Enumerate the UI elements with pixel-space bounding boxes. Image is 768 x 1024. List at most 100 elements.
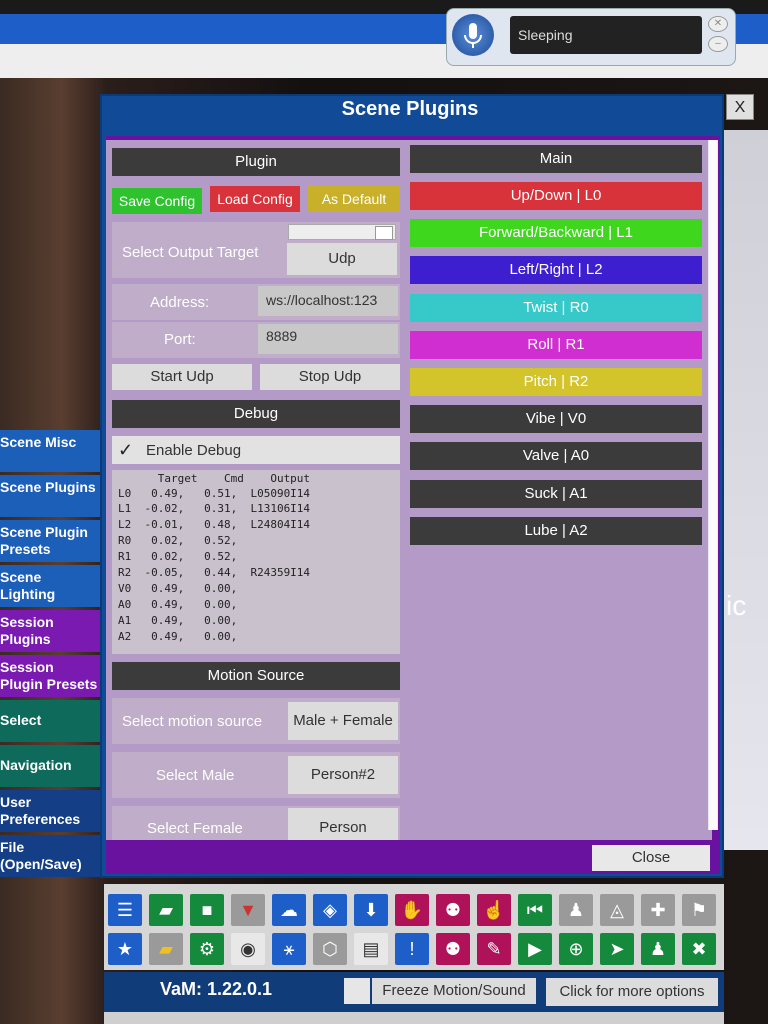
debug-row: R0 0.02, 0.52,: [118, 534, 238, 547]
more-options-button[interactable]: Click for more options: [546, 978, 718, 1006]
hierarchy-icon[interactable]: ⚹: [272, 933, 306, 965]
close-icon[interactable]: ✕: [708, 16, 728, 32]
debug-row: L2 -0.01, 0.48, L24804I14: [118, 518, 311, 531]
tool-hand-icon[interactable]: ✎: [477, 933, 511, 965]
port-input[interactable]: 8889: [258, 324, 398, 354]
sidebar-item-select[interactable]: Select: [0, 700, 100, 742]
cube-icon[interactable]: ◈: [313, 894, 347, 926]
add-person-icon[interactable]: ⚉: [436, 894, 470, 926]
axis-button[interactable]: Roll | R1: [410, 330, 702, 359]
sidebar-item-scene-lighting[interactable]: Scene Lighting: [0, 565, 100, 607]
open-file-icon[interactable]: ▰: [149, 933, 183, 965]
version-label: VaM: 1.22.0.1: [160, 979, 273, 999]
unity-icon[interactable]: ◬: [600, 894, 634, 926]
axis-button[interactable]: Twist | R0: [410, 293, 702, 322]
sidebar-item-label: Scene Plugins: [0, 479, 96, 495]
enable-debug-label: Enable Debug: [146, 442, 242, 459]
minimize-icon[interactable]: –: [708, 36, 728, 52]
output-target-button[interactable]: Udp: [287, 243, 397, 275]
plugin-header: Plugin: [112, 148, 400, 176]
axis-button[interactable]: Vibe | V0: [410, 405, 702, 434]
sidebar-item-label: Session Plugin Presets: [0, 659, 98, 692]
menu-icon[interactable]: ☰: [108, 894, 142, 926]
axis-button[interactable]: Up/Down | L0: [410, 182, 702, 210]
tools-icon[interactable]: ✖: [682, 933, 716, 965]
close-button[interactable]: Close: [592, 845, 710, 871]
checkbox-check-icon[interactable]: ✓: [118, 440, 133, 461]
stop-udp-button[interactable]: Stop Udp: [260, 364, 400, 390]
freeze-checkbox[interactable]: [344, 978, 370, 1004]
camera-icon[interactable]: ◉: [231, 933, 265, 965]
alert-icon[interactable]: !: [395, 933, 429, 965]
debug-header: Debug: [112, 400, 400, 428]
sidebar-item-navigation[interactable]: Navigation: [0, 745, 100, 787]
sidebar-item-user-preferences[interactable]: User Preferences: [0, 790, 100, 832]
folder-open-icon[interactable]: ▰: [149, 894, 183, 926]
sidebar-item-label: Session Plugins: [0, 614, 54, 647]
axis-button[interactable]: Lube | A2: [410, 516, 702, 545]
flag-icon[interactable]: ⚑: [682, 894, 716, 926]
axis-button[interactable]: Suck | A1: [410, 479, 702, 508]
debug-row: L0 0.49, 0.51, L05090I14: [118, 487, 311, 500]
folder-icon[interactable]: ■: [190, 894, 224, 926]
sidebar-item-session-plugin-presets[interactable]: Session Plugin Presets: [0, 655, 100, 697]
cursor-icon[interactable]: ➤: [600, 933, 634, 965]
person-icon[interactable]: ♟: [559, 894, 593, 926]
main-header: Main: [410, 145, 702, 173]
microphone-icon[interactable]: [452, 14, 494, 56]
debug-row: L1 -0.02, 0.31, L13106I14: [118, 502, 311, 515]
hand-icon[interactable]: ✋: [395, 894, 429, 926]
pointer-hand-icon[interactable]: ☝: [477, 894, 511, 926]
people-icon[interactable]: ♟: [641, 933, 675, 965]
slider-handle[interactable]: [375, 226, 393, 240]
axis-button[interactable]: Left/Right | L2: [410, 256, 702, 285]
scrollbar-thumb[interactable]: [709, 140, 717, 830]
sidebar-item-label: Navigation: [0, 757, 72, 773]
freeze-motion-toggle[interactable]: Freeze Motion/Sound: [372, 978, 536, 1004]
axis-button[interactable]: Pitch | R2: [410, 368, 702, 396]
sidebar-item-scene-misc[interactable]: Scene Misc: [0, 430, 100, 472]
speech-status: Sleeping: [510, 16, 702, 54]
sidebar-item-file[interactable]: File (Open/Save): [0, 835, 100, 877]
debug-columns: Target Cmd Output: [118, 472, 311, 485]
select-output-label: Select Output Target: [122, 244, 259, 261]
port-label: Port:: [164, 331, 196, 348]
as-default-button[interactable]: As Default: [308, 186, 400, 212]
select-female-button[interactable]: Person: [288, 808, 398, 840]
address-input[interactable]: ws://localhost:123: [258, 286, 398, 316]
sidebar-item-scene-plugin-presets[interactable]: Scene Plugin Presets: [0, 520, 100, 562]
enable-debug-toggle[interactable]: ✓ Enable Debug: [112, 436, 400, 464]
play-icon[interactable]: ▶: [518, 933, 552, 965]
select-motion-source-label: Select motion source: [122, 713, 263, 730]
bottom-bar: [104, 1012, 724, 1024]
sidebar-item-label: Select: [0, 712, 42, 728]
sidebar-item-session-plugins[interactable]: Session Plugins: [0, 610, 100, 652]
load-config-button[interactable]: Load Config: [210, 186, 300, 212]
select-male-button[interactable]: Person#2: [288, 756, 398, 794]
plus-icon[interactable]: ✚: [641, 894, 675, 926]
sidebar-item-label: Scene Misc: [0, 434, 77, 450]
sidebar-item-scene-plugins[interactable]: Scene Plugins: [0, 475, 100, 517]
panel-close-x-button[interactable]: X: [726, 94, 754, 120]
axis-button[interactable]: Valve | A0: [410, 442, 702, 471]
background-partial-text: ic: [726, 590, 747, 621]
inbox-icon[interactable]: ⬇: [354, 894, 388, 926]
package-icon[interactable]: ⬡: [313, 933, 347, 965]
address-label: Address:: [150, 294, 210, 311]
skip-back-icon[interactable]: ⏮: [518, 894, 552, 926]
debug-row: A0 0.49, 0.00,: [118, 598, 238, 611]
settings-folder-icon[interactable]: ⚙: [190, 933, 224, 965]
axis-button[interactable]: Forward/Backward | L1: [410, 219, 702, 248]
document-icon[interactable]: ▤: [354, 933, 388, 965]
star-icon[interactable]: ★: [108, 933, 142, 965]
remove-person-icon[interactable]: ⚉: [436, 933, 470, 965]
debug-output: Target Cmd Output L0 0.49, 0.51, L05090I…: [112, 470, 400, 654]
target-icon[interactable]: ⊕: [559, 933, 593, 965]
save-icon[interactable]: ▼: [231, 894, 265, 926]
save-config-button[interactable]: Save Config: [112, 188, 202, 214]
select-male-label: Select Male: [156, 767, 235, 784]
cloud-download-icon[interactable]: ☁: [272, 894, 306, 926]
start-udp-button[interactable]: Start Udp: [112, 364, 252, 390]
motion-source-button[interactable]: Male + Female: [288, 702, 398, 740]
output-slider[interactable]: [288, 224, 396, 240]
